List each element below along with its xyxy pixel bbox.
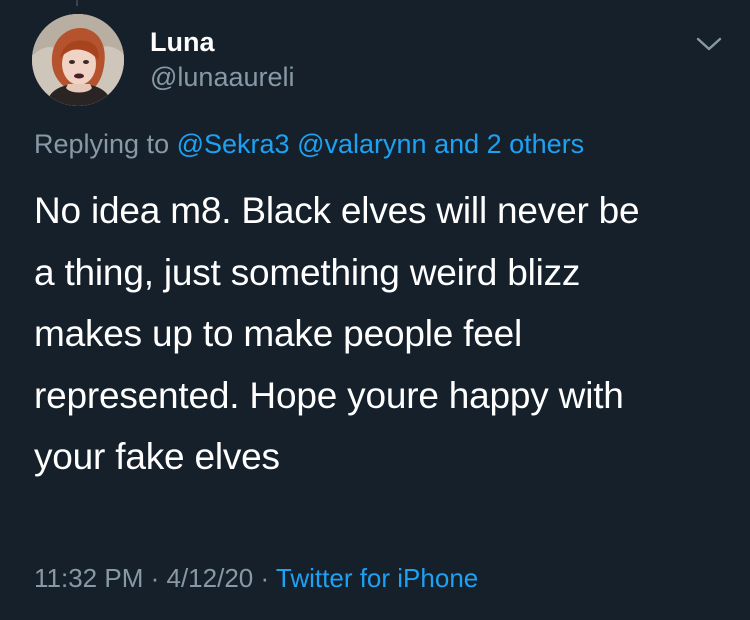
author-info[interactable]: Luna @lunaaureli [150, 26, 295, 94]
tweet-source-link[interactable]: Twitter for iPhone [276, 563, 478, 593]
replying-to-line: Replying to @Sekra3 @valarynn and 2 othe… [34, 126, 584, 162]
replying-to-label: Replying to [34, 129, 170, 159]
avatar[interactable] [32, 14, 124, 106]
mention-link[interactable]: @valarynn [297, 129, 426, 159]
tweet-meta: 11:32 PM · 4/12/20 · Twitter for iPhone [34, 560, 478, 596]
tweet-text-line: your fake elves [34, 436, 280, 477]
chevron-down-icon[interactable] [694, 34, 724, 54]
tweet-text-line: No idea m8. Black elves will never be [34, 190, 640, 231]
others-link[interactable]: and 2 others [434, 129, 584, 159]
tweet-text-line: a thing, just something weird blizz [34, 251, 581, 293]
meta-separator: · [260, 563, 270, 593]
mention-link[interactable]: @Sekra3 [177, 129, 290, 159]
tweet-time[interactable]: 11:32 PM [34, 563, 143, 593]
author-display-name[interactable]: Luna [150, 26, 295, 58]
tweet-text: No idea m8. Black elves will never be a … [34, 180, 724, 488]
tweet-card: Luna @lunaaureli Replying to @Sekra3 @va… [0, 0, 750, 620]
meta-separator: · [150, 563, 160, 593]
thread-connector-line [76, 0, 78, 6]
tweet-text-line: makes up to make people feel [34, 313, 523, 354]
avatar-image [32, 14, 124, 106]
tweet-text-line: represented. Hope youre happy with [34, 374, 624, 416]
author-handle[interactable]: @lunaaureli [150, 60, 295, 94]
tweet-date[interactable]: 4/12/20 [167, 563, 254, 593]
